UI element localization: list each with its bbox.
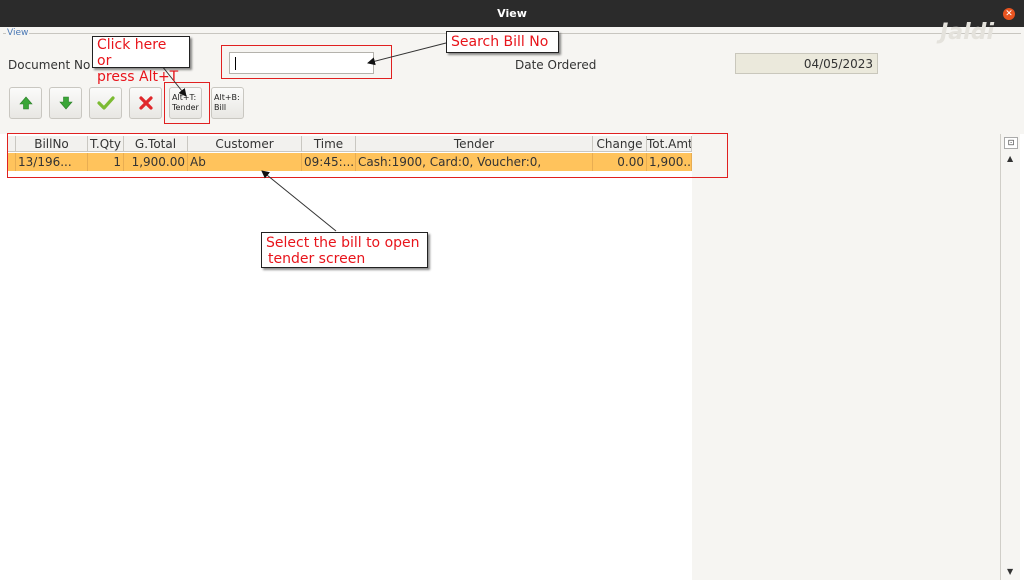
tender-callout-line1: Click here or [97, 37, 167, 69]
select-callout-line1: Select the bill to open [266, 235, 420, 251]
search-callout: Search Bill No [446, 31, 559, 53]
arrow-to-search [367, 42, 447, 66]
tender-callout-line2: press Alt+T [97, 69, 179, 85]
tender-callout: Click here or press Alt+T [92, 36, 190, 85]
select-callout-line2: tender screen [268, 251, 366, 267]
arrow-to-row [261, 170, 337, 232]
select-bill-callout: Select the bill to open tender screen [261, 232, 428, 268]
annotation-arrows [161, 42, 447, 232]
